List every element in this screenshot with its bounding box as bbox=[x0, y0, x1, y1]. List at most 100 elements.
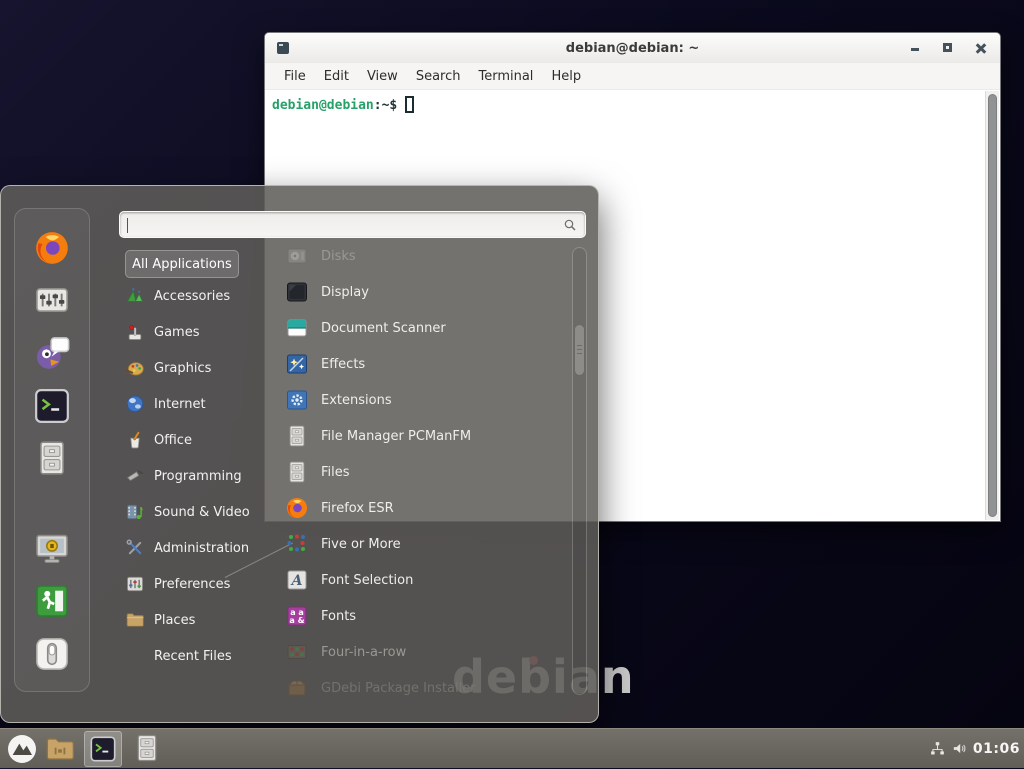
menu-view[interactable]: View bbox=[358, 69, 407, 84]
taskbar-clock[interactable]: 01:06 bbox=[973, 729, 1020, 769]
menu-scrollbar[interactable] bbox=[572, 247, 587, 695]
menu-terminal[interactable]: Terminal bbox=[469, 69, 542, 84]
terminal-window-title: debian@debian: ~ bbox=[566, 41, 699, 56]
lock-screen-button[interactable] bbox=[33, 530, 71, 568]
category-internet[interactable]: Internet bbox=[125, 386, 290, 422]
menu-file[interactable]: File bbox=[275, 69, 315, 84]
terminal-scrollbar[interactable] bbox=[985, 91, 999, 520]
app-label: Font Selection bbox=[321, 573, 413, 588]
category-games[interactable]: Games bbox=[125, 314, 290, 350]
graphics-icon bbox=[125, 358, 145, 378]
app-extensions[interactable]: Extensions bbox=[285, 382, 567, 418]
app-effects[interactable]: Effects bbox=[285, 346, 567, 382]
category-preferences[interactable]: Preferences bbox=[125, 566, 290, 602]
menu-logo-icon bbox=[6, 733, 38, 765]
taskbar: 01:06 bbox=[0, 728, 1024, 768]
gdebi-icon bbox=[285, 676, 309, 696]
search-caret bbox=[127, 218, 128, 233]
taskbar-desktop-folder[interactable] bbox=[44, 733, 76, 765]
app-four-in-a-row[interactable]: Four-in-a-row bbox=[285, 634, 567, 670]
file-cabinet-icon bbox=[33, 439, 71, 477]
category-places[interactable]: Places bbox=[125, 602, 290, 638]
app-label: Extensions bbox=[321, 393, 392, 408]
app-font-selection[interactable]: Font Selection bbox=[285, 562, 567, 598]
minimize-button[interactable] bbox=[908, 41, 922, 55]
terminal-titlebar[interactable]: debian@debian: ~ bbox=[265, 33, 1000, 64]
taskbar-terminal-task[interactable] bbox=[84, 731, 122, 767]
app-label: Fonts bbox=[321, 609, 356, 624]
app-files[interactable]: Files bbox=[285, 454, 567, 490]
prompt-colon: : bbox=[374, 98, 382, 113]
programming-icon bbox=[125, 466, 145, 486]
category-label: Places bbox=[154, 613, 195, 628]
app-disks[interactable]: Disks bbox=[285, 238, 567, 274]
app-five-or-more[interactable]: Five or More bbox=[285, 526, 567, 562]
close-button[interactable] bbox=[974, 41, 988, 55]
app-document-scanner[interactable]: Document Scanner bbox=[285, 310, 567, 346]
grip-line bbox=[577, 345, 582, 346]
favorite-terminal[interactable] bbox=[33, 387, 71, 425]
category-all-applications[interactable]: All Applications bbox=[125, 250, 239, 278]
category-sound-video[interactable]: Sound & Video bbox=[125, 494, 290, 530]
file-cabinet-icon bbox=[285, 424, 309, 448]
app-file-manager-pcmanfm[interactable]: File Manager PCManFM bbox=[285, 418, 567, 454]
favorite-file-manager[interactable] bbox=[33, 439, 71, 477]
app-fonts[interactable]: Fonts bbox=[285, 598, 567, 634]
taskbar-menu-button[interactable] bbox=[6, 733, 38, 765]
application-menu: All Applications Accessories Games Graph… bbox=[0, 185, 599, 723]
grip-line bbox=[577, 353, 582, 354]
log-out-button[interactable] bbox=[33, 582, 71, 620]
log-out-icon bbox=[33, 582, 71, 620]
category-label: Administration bbox=[154, 541, 249, 556]
terminal-cursor bbox=[405, 96, 414, 113]
no-icon bbox=[125, 646, 145, 666]
file-cabinet-icon bbox=[132, 733, 162, 763]
app-display[interactable]: Display bbox=[285, 274, 567, 310]
category-label: Office bbox=[154, 433, 192, 448]
category-label: Preferences bbox=[154, 577, 230, 592]
category-label: Accessories bbox=[154, 289, 230, 304]
category-recent-files[interactable]: Recent Files bbox=[125, 638, 290, 674]
app-label: File Manager PCManFM bbox=[321, 429, 471, 444]
category-administration[interactable]: Administration bbox=[125, 530, 290, 566]
favorite-firefox[interactable] bbox=[33, 229, 71, 267]
quit-button[interactable] bbox=[33, 635, 71, 673]
administration-icon bbox=[125, 538, 145, 558]
favorite-pidgin[interactable] bbox=[33, 334, 71, 372]
favorites-panel bbox=[14, 208, 90, 692]
volume-icon[interactable] bbox=[951, 740, 968, 757]
category-label: Graphics bbox=[154, 361, 211, 376]
menu-edit[interactable]: Edit bbox=[315, 69, 358, 84]
maximize-button[interactable] bbox=[941, 41, 955, 55]
power-icon bbox=[33, 635, 71, 673]
menu-help[interactable]: Help bbox=[542, 69, 590, 84]
app-label: Four-in-a-row bbox=[321, 645, 406, 660]
category-accessories[interactable]: Accessories bbox=[125, 278, 290, 314]
menu-search-input[interactable] bbox=[128, 214, 561, 235]
office-icon bbox=[125, 430, 145, 450]
favorite-mixer[interactable] bbox=[33, 281, 71, 319]
menu-scrollbar-thumb[interactable] bbox=[574, 324, 585, 376]
app-label: Files bbox=[321, 465, 350, 480]
app-firefox-esr[interactable]: Firefox ESR bbox=[285, 490, 567, 526]
category-graphics[interactable]: Graphics bbox=[125, 350, 290, 386]
lock-screen-icon bbox=[33, 530, 71, 568]
category-label: Programming bbox=[154, 469, 242, 484]
terminal-icon bbox=[33, 387, 71, 425]
category-programming[interactable]: Programming bbox=[125, 458, 290, 494]
category-office[interactable]: Office bbox=[125, 422, 290, 458]
category-label: Sound & Video bbox=[154, 505, 250, 520]
app-gdebi-package-installer[interactable]: GDebi Package Installer bbox=[285, 670, 567, 696]
terminal-scrollbar-thumb[interactable] bbox=[988, 94, 997, 517]
network-icon[interactable] bbox=[929, 740, 946, 757]
taskbar-file-manager-task[interactable] bbox=[132, 733, 162, 765]
menu-search-box bbox=[119, 211, 586, 238]
category-label: Games bbox=[154, 325, 199, 340]
menu-search[interactable]: Search bbox=[407, 69, 470, 84]
effects-icon bbox=[285, 352, 309, 376]
extensions-icon bbox=[285, 388, 309, 412]
folder-icon bbox=[44, 733, 76, 765]
preferences-icon bbox=[125, 574, 145, 594]
grip-line bbox=[577, 349, 582, 350]
prompt-user-host: debian@debian bbox=[272, 98, 374, 113]
